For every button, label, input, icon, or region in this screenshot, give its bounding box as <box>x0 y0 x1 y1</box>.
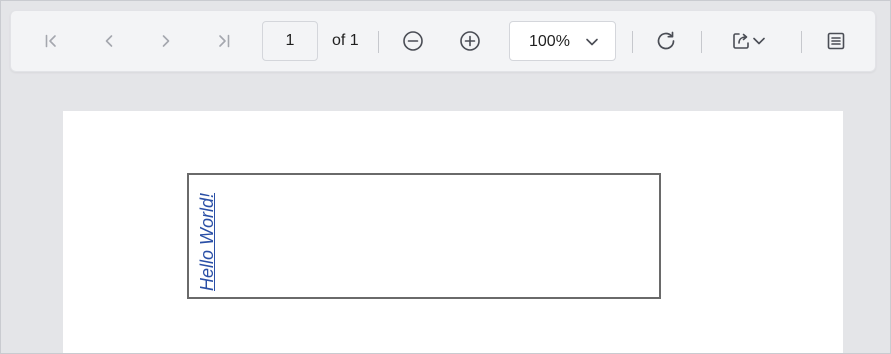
export-icon <box>733 33 749 49</box>
last-page-icon <box>219 34 230 48</box>
previous-page-button[interactable] <box>93 25 125 57</box>
chevron-down-icon <box>753 37 765 45</box>
page-count-label: of 1 <box>332 32 359 49</box>
zoom-in-icon <box>460 31 480 51</box>
zoom-out-button[interactable] <box>397 25 429 57</box>
document-outline-button[interactable] <box>820 25 852 57</box>
toolbar-separator <box>801 31 802 53</box>
export-dropdown-button[interactable] <box>723 25 773 57</box>
refresh-icon <box>657 31 675 50</box>
current-page-input[interactable] <box>262 21 318 61</box>
viewer-toolbar: of 1 100% <box>10 10 876 72</box>
document-viewer[interactable]: Hello World! <box>1 82 890 353</box>
chevron-right-icon <box>162 35 170 47</box>
toolbar-separator <box>632 31 633 53</box>
toolbar-separator <box>378 31 379 53</box>
toolbar-separator <box>701 31 702 53</box>
next-page-button[interactable] <box>150 25 182 57</box>
chevron-left-icon <box>105 35 113 47</box>
zoom-dropdown[interactable]: 100% <box>509 21 616 61</box>
first-page-icon <box>45 34 56 48</box>
zoom-in-button[interactable] <box>454 25 486 57</box>
zoom-out-icon <box>403 31 423 51</box>
document-outline-icon <box>827 32 845 50</box>
refresh-button[interactable] <box>650 25 682 57</box>
pdf-page: Hello World! <box>63 111 843 353</box>
hello-world-text: Hello World! <box>197 192 217 291</box>
text-box: Hello World! <box>187 173 661 299</box>
zoom-value: 100% <box>529 33 570 50</box>
last-page-button[interactable] <box>208 25 240 57</box>
first-page-button[interactable] <box>35 25 67 57</box>
chevron-down-icon <box>586 38 598 46</box>
